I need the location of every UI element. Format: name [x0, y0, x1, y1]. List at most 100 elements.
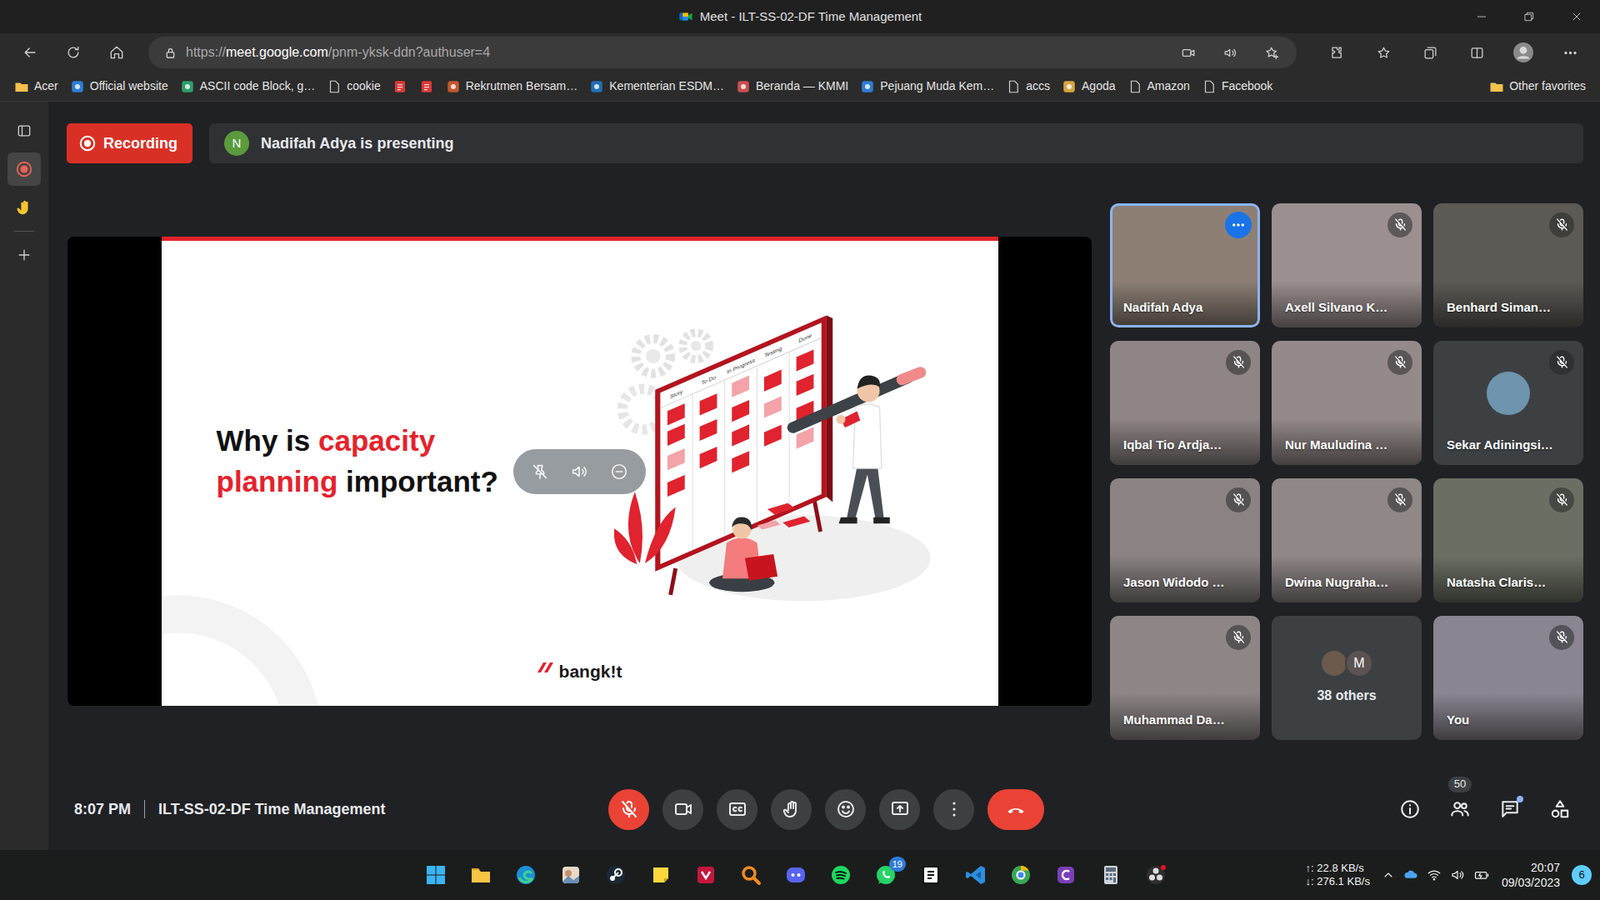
tile-status [1225, 349, 1252, 376]
bookmark[interactable] [413, 75, 440, 98]
restore-button[interactable] [1505, 0, 1553, 34]
bookmark[interactable]: ASCII code Block, g… [174, 74, 322, 99]
upload-speed: ↑: 22.8 KB/s [1305, 861, 1370, 875]
participant-tile[interactable]: Dwina Nugraha… [1271, 478, 1422, 603]
sidebar-item[interactable] [7, 238, 41, 272]
pdf-icon [419, 79, 435, 95]
taskbar-app[interactable] [955, 855, 996, 895]
bookmark[interactable]: Beranda — KMMI [730, 74, 855, 99]
taskbar-app[interactable] [505, 855, 546, 895]
settings-menu-button[interactable] [1551, 37, 1589, 68]
clock[interactable]: 20:0709/03/2023 [1501, 860, 1560, 890]
kanban-illustration: StoryTo DoIn ProgressTestingDone [614, 313, 931, 610]
taskbar-app[interactable] [685, 855, 726, 895]
tile-highlight [1271, 615, 1422, 740]
notification-badge[interactable]: 6 [1571, 865, 1592, 885]
more-vertical-icon [944, 799, 965, 820]
edge-sidebar [0, 101, 49, 850]
emoji-button[interactable] [825, 789, 866, 830]
present-button[interactable] [879, 789, 920, 830]
bookmark[interactable]: cookie [320, 74, 386, 99]
bookmark[interactable]: Agoda [1055, 74, 1121, 99]
unpin-button[interactable] [523, 455, 557, 489]
sticky-icon [649, 863, 673, 887]
taskbar-app[interactable] [415, 855, 456, 895]
network-speed: ↑: 22.8 KB/s↓: 276.1 KB/s [1305, 861, 1370, 890]
chat-button[interactable] [1491, 790, 1529, 828]
taskbar-app[interactable] [775, 855, 816, 895]
bookmark[interactable] [386, 75, 414, 98]
taskbar-app[interactable] [1045, 855, 1086, 895]
close-button[interactable] [1552, 0, 1600, 34]
leave-button[interactable] [987, 789, 1045, 830]
back-button[interactable] [11, 37, 49, 68]
camera-permission-button[interactable] [1171, 39, 1205, 66]
sidebar-item[interactable] [7, 152, 41, 186]
taskbar-app[interactable] [640, 855, 681, 895]
bookmark[interactable]: Acer [8, 74, 65, 99]
taskbar-app[interactable] [1090, 855, 1131, 895]
mic-button[interactable] [608, 789, 650, 830]
bookmark[interactable]: Amazon [1121, 74, 1196, 99]
taskbar-app[interactable] [910, 855, 951, 895]
taskbar-app[interactable]: 19 [865, 855, 906, 895]
muted-indicator [1387, 350, 1413, 375]
profile-button[interactable] [1505, 37, 1542, 68]
taskbar-app[interactable] [820, 855, 861, 895]
slide-title-part: important? [337, 465, 498, 498]
hand-button[interactable] [770, 789, 812, 830]
reload-button[interactable] [55, 37, 92, 68]
camera-button[interactable] [662, 789, 704, 830]
sidebar-item[interactable] [7, 114, 41, 148]
split-screen-button[interactable] [1458, 37, 1495, 68]
taskbar-app[interactable] [730, 855, 771, 895]
taskbar-app[interactable] [595, 855, 636, 895]
participant-tile[interactable]: Jason Widodo … [1110, 478, 1260, 603]
bookmark-label: Beranda — KMMI [755, 77, 849, 95]
home-button[interactable] [98, 37, 135, 68]
bookmark[interactable]: Pejuang Muda Kem… [854, 74, 1000, 99]
read-aloud-button[interactable] [1213, 39, 1247, 66]
others-avatar-letter: M [1345, 649, 1374, 678]
sidebar-item[interactable] [7, 190, 41, 225]
taskbar-app[interactable] [550, 855, 591, 895]
volume-button[interactable] [562, 455, 596, 489]
taskbar-app[interactable] [460, 855, 501, 895]
bookmark[interactable]: Kementerian ESDM… [583, 74, 730, 99]
more-button[interactable] [933, 789, 975, 830]
minus-circle-icon [610, 462, 629, 481]
participant-tile[interactable]: Iqbal Tio Ardja… [1110, 340, 1260, 465]
participant-tile[interactable]: Natasha Claris… [1433, 478, 1584, 603]
bookmark[interactable]: Facebook [1195, 74, 1279, 99]
taskbar-app[interactable] [1000, 855, 1041, 895]
activities-button[interactable] [1541, 790, 1579, 828]
meet-logo-icon [678, 9, 694, 25]
participant-tile[interactable]: Nadifah Adya [1110, 203, 1260, 328]
minimize-button[interactable] [1457, 0, 1505, 34]
participant-tile[interactable]: Muhammad Da… [1110, 615, 1260, 740]
collections-button[interactable] [1411, 37, 1449, 68]
people-button[interactable]: 50 [1441, 790, 1479, 828]
bookmark[interactable]: Official website [64, 74, 175, 99]
participant-tile[interactable]: Axell Silvano K… [1271, 203, 1422, 328]
site-icon [70, 79, 85, 95]
bookmark[interactable]: Rekrutmen Bersam… [440, 74, 585, 99]
remove-button[interactable] [602, 455, 636, 489]
collections-icon [1422, 45, 1439, 61]
participant-tile[interactable]: Benhard Siman… [1433, 203, 1584, 328]
taskbar-app[interactable] [1135, 855, 1176, 895]
recording-button[interactable]: Recording [66, 123, 193, 164]
extensions-button[interactable] [1318, 37, 1355, 68]
participant-tile[interactable]: Nur Mauludina … [1271, 340, 1422, 465]
other-favorites[interactable]: Other favorites [1483, 74, 1592, 99]
favorites-button[interactable] [1365, 37, 1402, 68]
info-button[interactable] [1391, 790, 1429, 828]
add-favorite-button[interactable] [1255, 39, 1289, 66]
tile-options-button[interactable] [1225, 211, 1252, 239]
bookmark[interactable]: accs [1000, 74, 1056, 99]
participant-tile[interactable]: You [1433, 615, 1584, 740]
participant-tile[interactable]: M38 others [1271, 615, 1422, 740]
captions-button[interactable] [716, 789, 758, 830]
url-field[interactable]: https://meet.google.com/pnm-yksk-ddn?aut… [148, 36, 1297, 69]
participant-tile[interactable]: Sekar Adiningsi… [1433, 340, 1584, 465]
